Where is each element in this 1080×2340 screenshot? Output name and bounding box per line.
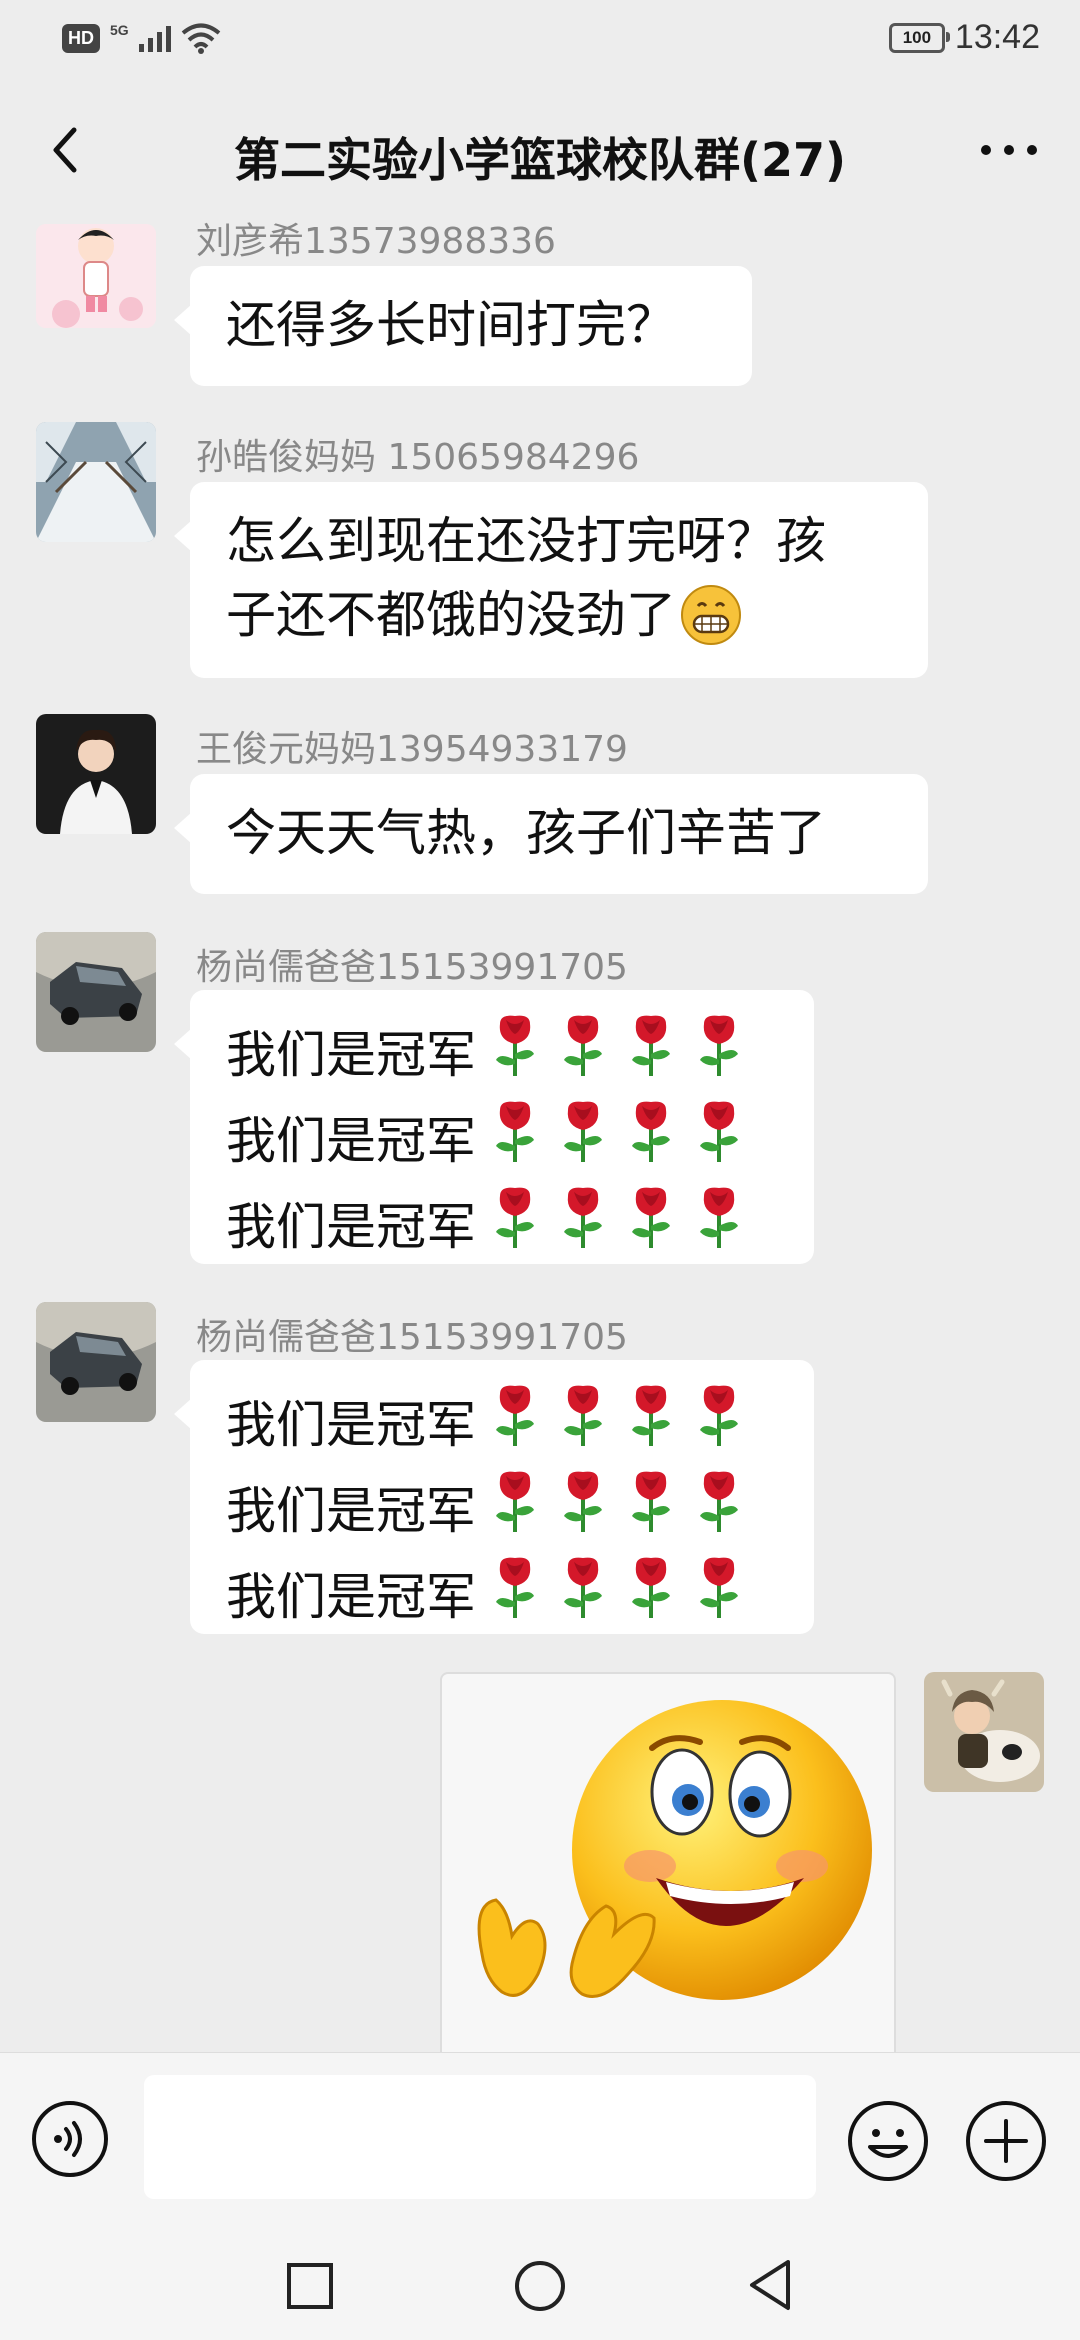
message-line: 我们是冠军	[226, 1382, 778, 1468]
system-nav-bar	[0, 2232, 1080, 2340]
emoji-picker-icon[interactable]	[846, 2099, 930, 2183]
sender-name: 孙皓俊妈妈 15065984296	[196, 437, 640, 478]
voice-input-icon[interactable]	[30, 2099, 110, 2179]
message-text: 我们是冠军	[226, 1198, 476, 1256]
message-text: 我们是冠军	[226, 1026, 476, 1084]
message-bubble[interactable]: 怎么到现在还没打完呀？孩 子还不都饿的没劲了	[174, 482, 928, 678]
avatar-sender-4[interactable]	[36, 932, 156, 1052]
rose-icon	[622, 1184, 680, 1250]
status-right: 100 13:42	[888, 18, 1040, 57]
recents-square-icon[interactable]	[284, 2260, 336, 2312]
rose-icon	[486, 1012, 544, 1078]
rose-icon	[486, 1184, 544, 1250]
car-avatar-icon	[36, 1302, 156, 1422]
snowy-path-avatar-icon	[36, 422, 156, 542]
sender-name: 杨尚儒爸爸15153991705	[196, 1317, 628, 1358]
message-text: 我们是冠军	[226, 1396, 476, 1454]
rose-icon	[690, 1468, 748, 1534]
message-text: 还得多长时间打完？	[226, 296, 676, 354]
message-text: 我们是冠军	[226, 1568, 476, 1626]
rose-emoji-group	[476, 1554, 748, 1640]
rose-icon	[554, 1012, 612, 1078]
cartoon-girl-avatar-icon	[36, 224, 156, 328]
rose-emoji-group	[476, 1184, 748, 1270]
rose-icon	[690, 1382, 748, 1448]
sender-name: 王俊元妈妈13954933179	[196, 729, 628, 770]
hd-badge: HD	[62, 23, 100, 53]
avatar-sender-5[interactable]	[36, 1302, 156, 1422]
child-with-cow-avatar-icon	[924, 1672, 1044, 1792]
chat-title: 第二实验小学篮球校队群(27)	[233, 133, 847, 187]
message-text-line-2: 子还不都饿的没劲了	[226, 578, 892, 652]
rose-icon	[690, 1184, 748, 1250]
rose-icon	[486, 1382, 544, 1448]
status-left: HD 5G	[62, 22, 221, 54]
rose-icon	[554, 1098, 612, 1164]
car-avatar-icon	[36, 932, 156, 1052]
message-bubble[interactable]: 还得多长时间打完？	[174, 266, 752, 386]
rose-emoji-group	[476, 1012, 748, 1098]
wifi-icon	[181, 23, 220, 54]
rose-icon	[622, 1468, 680, 1534]
message-text: 我们是冠军	[226, 1482, 476, 1540]
back-triangle-icon[interactable]	[744, 2256, 796, 2314]
rose-icon	[690, 1012, 748, 1078]
message-bubble[interactable]: 我们是冠军 我们是冠军 我们是冠军	[174, 1360, 814, 1634]
rose-icon	[486, 1468, 544, 1534]
sticker-message[interactable]	[440, 1672, 896, 2066]
rose-icon	[554, 1184, 612, 1250]
clock: 13:42	[954, 18, 1040, 56]
signal-icon	[138, 24, 171, 52]
message-text: 我们是冠军	[226, 1112, 476, 1170]
rose-icon	[690, 1554, 748, 1620]
message-line: 我们是冠军	[226, 1184, 778, 1270]
rose-emoji-group	[476, 1098, 748, 1184]
message-text: 子还不都饿的没劲了	[226, 586, 676, 644]
woman-portrait-avatar-icon	[36, 714, 156, 834]
rose-icon	[486, 1098, 544, 1164]
avatar-sender-3[interactable]	[36, 714, 156, 834]
sender-name: 刘彦希13573988336	[196, 221, 556, 262]
sender-name: 杨尚儒爸爸15153991705	[196, 947, 628, 988]
clapping-smiley-sticker-icon	[477, 1700, 872, 2000]
network-gen: 5G	[110, 22, 129, 38]
rose-emoji-group	[476, 1382, 748, 1468]
rose-emoji-group	[476, 1468, 748, 1554]
rose-icon	[554, 1554, 612, 1620]
grinning-face-icon	[681, 585, 741, 645]
rose-icon	[690, 1098, 748, 1164]
rose-icon	[622, 1012, 680, 1078]
rose-icon	[622, 1554, 680, 1620]
rose-icon	[554, 1382, 612, 1448]
chat-input-bar	[0, 2052, 1080, 2233]
message-line: 我们是冠军	[226, 1468, 778, 1554]
home-circle-icon[interactable]	[512, 2258, 568, 2314]
rose-icon	[486, 1554, 544, 1620]
chat-header: 第二实验小学篮球校队群(27)	[0, 80, 1080, 225]
message-line: 我们是冠军	[226, 1012, 778, 1098]
message-line: 我们是冠军	[226, 1098, 778, 1184]
message-input[interactable]	[144, 2075, 816, 2199]
rose-icon	[554, 1468, 612, 1534]
status-bar: HD 5G 100 13:42	[0, 0, 1080, 80]
rose-icon	[622, 1382, 680, 1448]
more-dots-icon[interactable]	[974, 120, 1044, 180]
message-text: 今天天气热，孩子们辛苦了	[226, 804, 826, 862]
message-line: 我们是冠军	[226, 1554, 778, 1640]
battery-icon: 100	[888, 22, 950, 53]
rose-icon	[622, 1098, 680, 1164]
message-text: 怎么到现在还没打完呀？孩	[226, 512, 826, 570]
message-bubble[interactable]: 我们是冠军 我们是冠军 我们是冠军	[174, 990, 814, 1264]
my-avatar[interactable]	[924, 1672, 1044, 1792]
plus-icon[interactable]	[964, 2099, 1048, 2183]
avatar-sender-2[interactable]	[36, 422, 156, 542]
message-bubble[interactable]: 今天天气热，孩子们辛苦了	[174, 774, 928, 894]
avatar-sender-1[interactable]	[36, 224, 156, 328]
